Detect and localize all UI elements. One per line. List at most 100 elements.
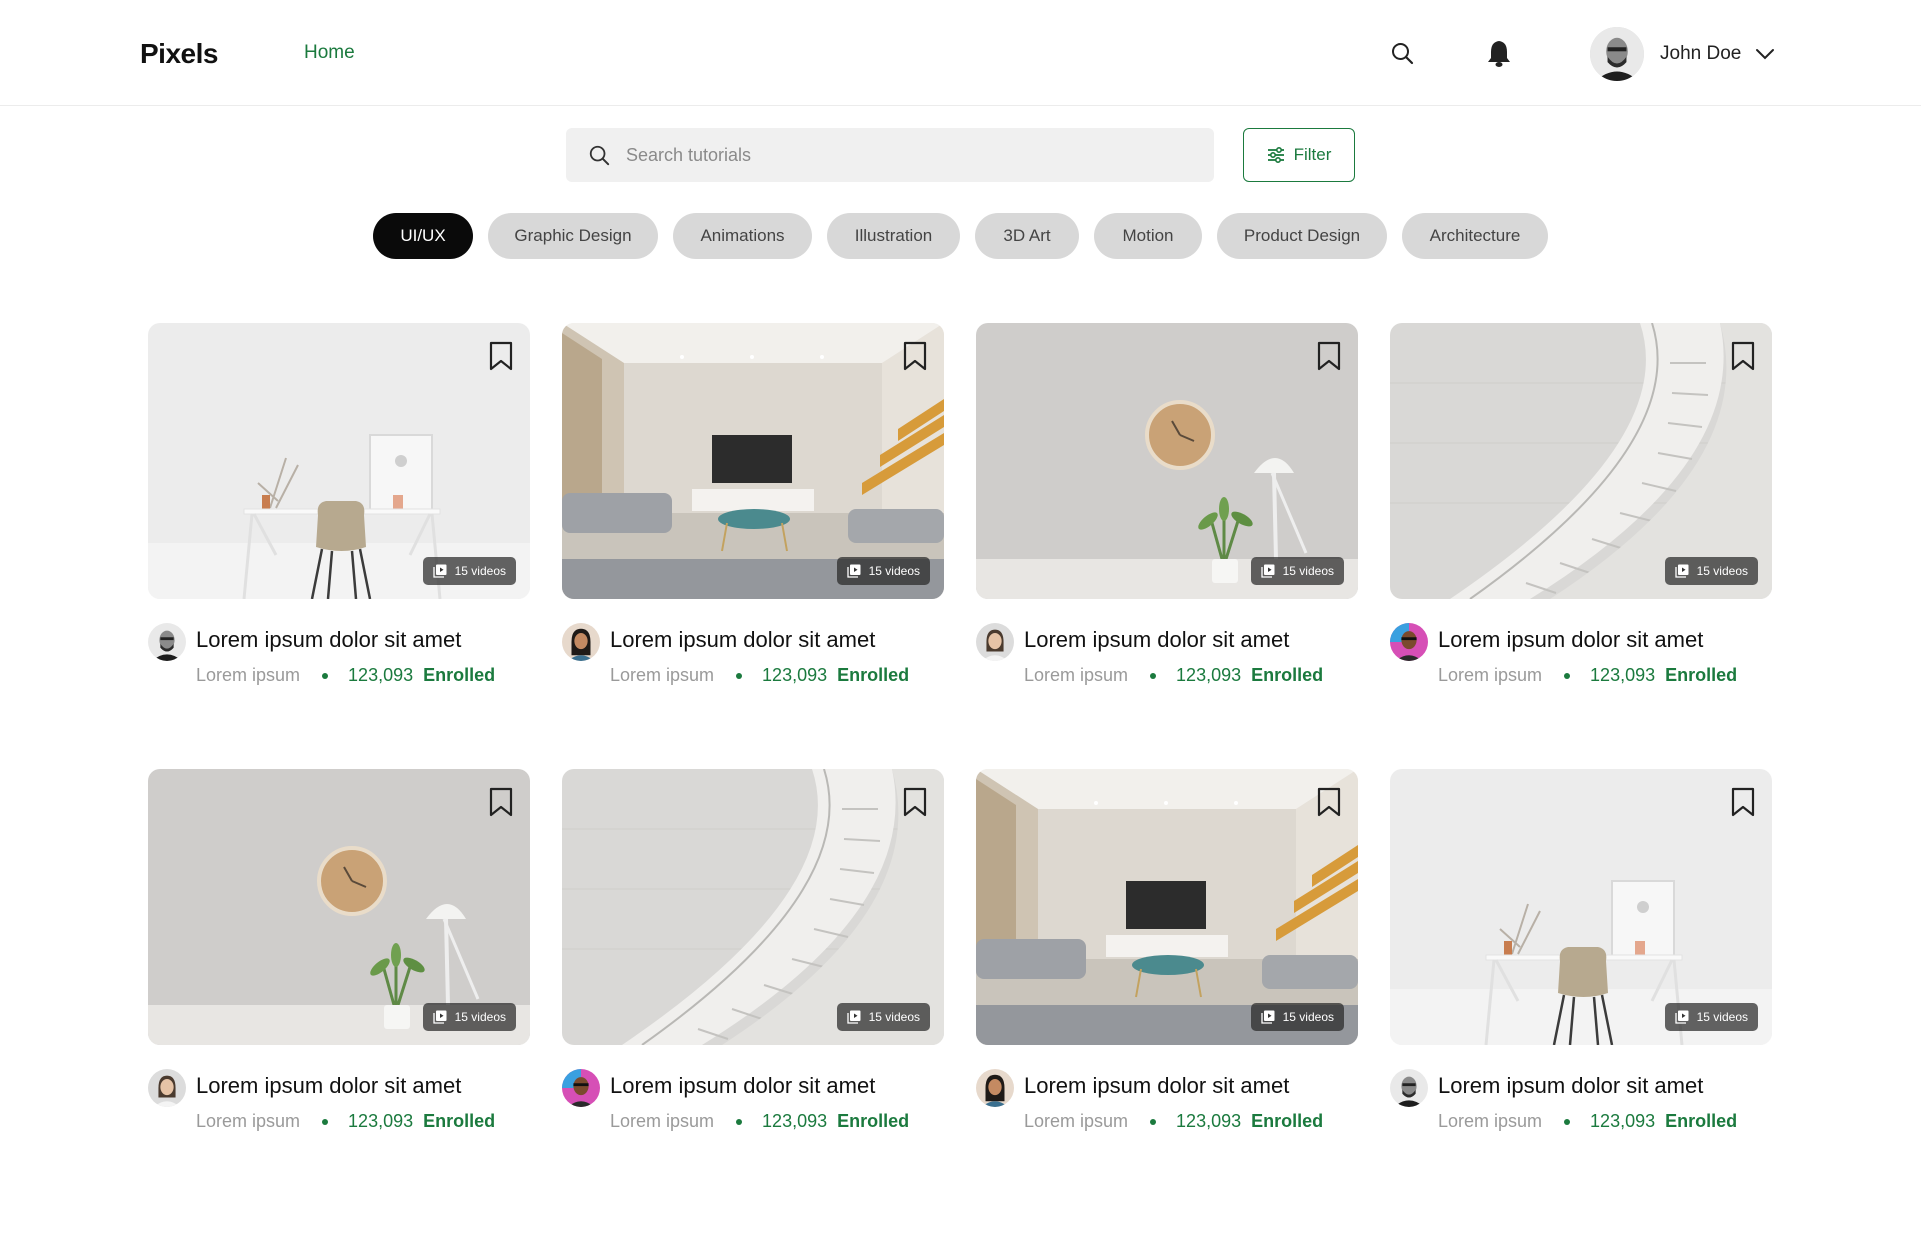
video-count-badge: 15 videos xyxy=(836,557,930,585)
video-library-icon xyxy=(1674,1010,1689,1024)
category-chip-animations[interactable]: Animations xyxy=(673,213,812,259)
course-meta: Lorem ipsum dolor sit amet Lorem ipsum 1… xyxy=(1390,1069,1772,1139)
enrolled-label: Enrolled xyxy=(837,1111,910,1131)
search-icon xyxy=(588,144,610,166)
category-chip-3d-art[interactable]: 3D Art xyxy=(975,213,1079,259)
video-library-icon xyxy=(432,1010,447,1024)
bookmark-icon[interactable] xyxy=(902,787,928,817)
course-meta: Lorem ipsum dolor sit amet Lorem ipsum 1… xyxy=(562,623,944,693)
separator-dot xyxy=(736,1118,743,1125)
chip-label: Illustration xyxy=(854,226,933,245)
category-chip-ui-ux[interactable]: UI/UX xyxy=(373,213,473,259)
course-title[interactable]: Lorem ipsum dolor sit amet xyxy=(1438,627,1703,653)
user-name: John Doe xyxy=(1660,43,1742,64)
course-meta: Lorem ipsum dolor sit amet Lorem ipsum 1… xyxy=(562,1069,944,1139)
course-title[interactable]: Lorem ipsum dolor sit amet xyxy=(196,627,461,653)
separator-dot xyxy=(1564,1118,1571,1125)
video-count-badge: 15 videos xyxy=(422,1003,516,1031)
course-title[interactable]: Lorem ipsum dolor sit amet xyxy=(1024,1073,1289,1099)
course-thumbnail[interactable]: 15 videos xyxy=(148,769,530,1045)
course-thumbnail[interactable]: 15 videos xyxy=(1390,769,1772,1045)
course-stats: Lorem ipsum 123,093 Enrolled xyxy=(1024,665,1323,686)
category-chip-architecture[interactable]: Architecture xyxy=(1402,213,1548,259)
category-chip-graphic-design[interactable]: Graphic Design xyxy=(488,213,658,259)
video-count: 15 videos xyxy=(1282,564,1334,578)
category-chip-product-design[interactable]: Product Design xyxy=(1217,213,1387,259)
course-meta: Lorem ipsum dolor sit amet Lorem ipsum 1… xyxy=(148,623,530,693)
course-author: Lorem ipsum xyxy=(1024,1111,1129,1131)
course-meta: Lorem ipsum dolor sit amet Lorem ipsum 1… xyxy=(1390,623,1772,693)
chip-label: Architecture xyxy=(1429,226,1521,245)
video-count: 15 videos xyxy=(1282,1010,1334,1024)
course-title[interactable]: Lorem ipsum dolor sit amet xyxy=(610,627,875,653)
course-title[interactable]: Lorem ipsum dolor sit amet xyxy=(196,1073,461,1099)
course-stats: Lorem ipsum 123,093 Enrolled xyxy=(196,1111,495,1132)
video-library-icon xyxy=(846,564,861,578)
enrolled-count: 123,093 xyxy=(348,665,414,685)
course-meta: Lorem ipsum dolor sit amet Lorem ipsum 1… xyxy=(976,623,1358,693)
video-count: 15 videos xyxy=(454,1010,506,1024)
course-card[interactable]: 15 videos Lorem ipsum dolor sit amet Lor… xyxy=(976,323,1358,693)
bookmark-icon[interactable] xyxy=(488,787,514,817)
search-bar xyxy=(566,128,1214,182)
separator-dot xyxy=(322,672,329,679)
separator-dot xyxy=(1150,672,1157,679)
enrolled-count: 123,093 xyxy=(1590,665,1656,685)
bookmark-icon[interactable] xyxy=(488,341,514,371)
app-logo[interactable]: Pixels xyxy=(140,38,218,70)
author-avatar xyxy=(976,1069,1014,1107)
course-stats: Lorem ipsum 123,093 Enrolled xyxy=(610,1111,909,1132)
search-input[interactable] xyxy=(626,144,1186,166)
filter-button[interactable]: Filter xyxy=(1243,128,1355,182)
course-thumbnail[interactable]: 15 videos xyxy=(976,323,1358,599)
bell-icon[interactable] xyxy=(1484,38,1514,68)
search-icon[interactable] xyxy=(1387,38,1417,68)
course-thumbnail[interactable]: 15 videos xyxy=(148,323,530,599)
user-menu[interactable]: John Doe xyxy=(1590,26,1775,82)
enrolled-label: Enrolled xyxy=(423,665,496,685)
course-card[interactable]: 15 videos Lorem ipsum dolor sit amet Lor… xyxy=(562,769,944,1139)
sliders-icon xyxy=(1267,147,1285,163)
course-card[interactable]: 15 videos Lorem ipsum dolor sit amet Lor… xyxy=(1390,769,1772,1139)
course-thumbnail[interactable]: 15 videos xyxy=(976,769,1358,1045)
filter-label: Filter xyxy=(1293,145,1332,164)
enrolled-label: Enrolled xyxy=(1665,665,1738,685)
separator-dot xyxy=(1564,672,1571,679)
category-chip-motion[interactable]: Motion xyxy=(1094,213,1202,259)
enrolled-count: 123,093 xyxy=(762,1111,828,1131)
video-count-badge: 15 videos xyxy=(1664,557,1758,585)
author-avatar xyxy=(562,623,600,661)
nav-link-home[interactable]: Home xyxy=(304,42,355,64)
bookmark-icon[interactable] xyxy=(902,341,928,371)
enrolled-count: 123,093 xyxy=(348,1111,414,1131)
course-thumbnail[interactable]: 15 videos xyxy=(562,323,944,599)
course-thumbnail[interactable]: 15 videos xyxy=(562,769,944,1045)
course-card[interactable]: 15 videos Lorem ipsum dolor sit amet Lor… xyxy=(562,323,944,693)
course-author: Lorem ipsum xyxy=(1024,665,1129,685)
user-avatar xyxy=(1590,27,1644,81)
author-avatar xyxy=(148,1069,186,1107)
course-card[interactable]: 15 videos Lorem ipsum dolor sit amet Lor… xyxy=(976,769,1358,1139)
course-title[interactable]: Lorem ipsum dolor sit amet xyxy=(1024,627,1289,653)
course-stats: Lorem ipsum 123,093 Enrolled xyxy=(1024,1111,1323,1132)
separator-dot xyxy=(322,1118,329,1125)
video-library-icon xyxy=(1260,564,1275,578)
course-title[interactable]: Lorem ipsum dolor sit amet xyxy=(1438,1073,1703,1099)
course-card[interactable]: 15 videos Lorem ipsum dolor sit amet Lor… xyxy=(1390,323,1772,693)
course-stats: Lorem ipsum 123,093 Enrolled xyxy=(1438,1111,1737,1132)
bookmark-icon[interactable] xyxy=(1730,787,1756,817)
chevron-down-icon[interactable] xyxy=(1755,48,1775,60)
chip-label: Product Design xyxy=(1243,226,1361,245)
course-stats: Lorem ipsum 123,093 Enrolled xyxy=(610,665,909,686)
course-card[interactable]: 15 videos Lorem ipsum dolor sit amet Lor… xyxy=(148,769,530,1139)
course-title[interactable]: Lorem ipsum dolor sit amet xyxy=(610,1073,875,1099)
enrolled-label: Enrolled xyxy=(1251,665,1324,685)
bookmark-icon[interactable] xyxy=(1316,341,1342,371)
course-author: Lorem ipsum xyxy=(610,1111,715,1131)
course-thumbnail[interactable]: 15 videos xyxy=(1390,323,1772,599)
course-card[interactable]: 15 videos Lorem ipsum dolor sit amet Lor… xyxy=(148,323,530,693)
bookmark-icon[interactable] xyxy=(1730,341,1756,371)
category-chip-illustration[interactable]: Illustration xyxy=(827,213,960,259)
separator-dot xyxy=(736,672,743,679)
bookmark-icon[interactable] xyxy=(1316,787,1342,817)
